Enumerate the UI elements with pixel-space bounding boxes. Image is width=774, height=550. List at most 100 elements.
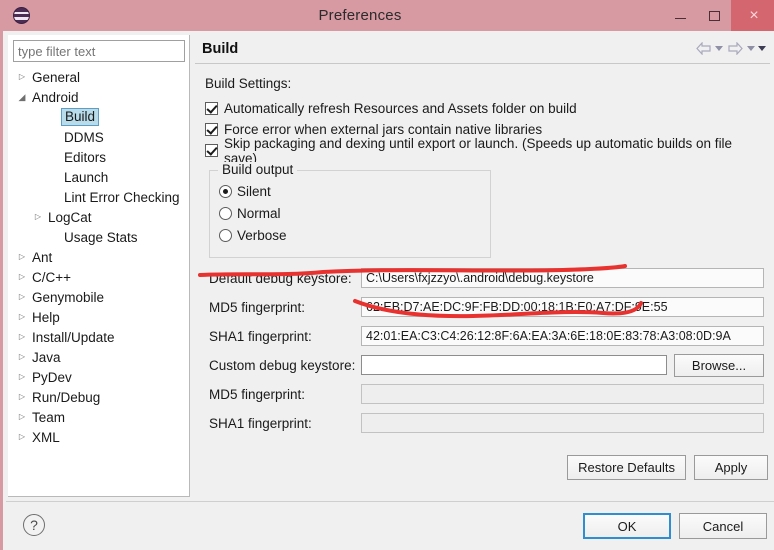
sidebar-item-genymobile[interactable]: Genymobile [8, 287, 189, 307]
dialog-body: General Android Build DDMS Editors Launch Lint… [3, 31, 774, 501]
forward-arrow-icon [727, 41, 743, 55]
filter-container [13, 40, 185, 62]
radio-label: Silent [237, 183, 271, 199]
sidebar-item-run-debug[interactable]: Run/Debug [8, 387, 189, 407]
cancel-button[interactable]: Cancel [679, 513, 767, 539]
expand-arrow-closed-icon[interactable] [14, 293, 30, 301]
maximize-icon [708, 10, 720, 21]
radio-icon[interactable] [219, 184, 232, 198]
keystore-field-row: Default debug keystore: C:\Users\fxjzzyo\… [209, 266, 764, 290]
expand-arrow-closed-icon[interactable] [30, 213, 46, 221]
field-value: 62:EB:D7:AE:DC:9F:FB:DD:00:18:1B:E0:A7:D… [361, 297, 764, 317]
forward-history-caret-icon[interactable] [747, 45, 755, 51]
back-button[interactable] [694, 39, 712, 57]
sidebar-item-logcat[interactable]: LogCat [8, 207, 189, 227]
build-output-radio-row[interactable]: Verbose [219, 224, 490, 246]
sidebar-item-general[interactable]: General [8, 67, 189, 87]
field-label: MD5 fingerprint: [209, 299, 306, 315]
sidebar-item-lint-error-checking[interactable]: Lint Error Checking [8, 187, 189, 207]
expand-arrow-closed-icon[interactable] [14, 413, 30, 421]
sidebar-item-editors[interactable]: Editors [8, 147, 189, 167]
sidebar-item-team[interactable]: Team [8, 407, 189, 427]
keystore-field-row: MD5 fingerprint: [209, 382, 764, 406]
sidebar-item-xml[interactable]: XML [8, 427, 189, 447]
back-history-caret-icon[interactable] [715, 45, 723, 51]
sidebar-item-ant[interactable]: Ant [8, 247, 189, 267]
build-output-radio-row[interactable]: Normal [219, 202, 490, 224]
restore-defaults-button[interactable]: Restore Defaults [567, 455, 686, 480]
radio-label: Verbose [237, 227, 287, 243]
browse-button[interactable]: Browse... [674, 353, 764, 377]
keystore-field-row: SHA1 fingerprint: 42:01:EA:C3:C4:26:12:8F… [209, 324, 764, 348]
forward-button[interactable] [726, 39, 744, 57]
sidebar-item-help[interactable]: Help [8, 307, 189, 327]
sidebar-item-build[interactable]: Build [8, 107, 189, 127]
keystore-field-row: MD5 fingerprint: 62:EB:D7:AE:DC:9F:FB:DD:… [209, 295, 764, 319]
expand-arrow-closed-icon[interactable] [14, 353, 30, 361]
sidebar-item-label: Ant [32, 249, 53, 265]
sidebar-item-android[interactable]: Android [8, 87, 189, 107]
expand-arrow-open-icon[interactable] [14, 93, 30, 102]
field-value[interactable] [361, 355, 667, 375]
build-setting-checkbox-row[interactable]: Skip packaging and dexing until export o… [205, 136, 764, 166]
maximize-button[interactable] [697, 0, 731, 31]
window-controls: × [663, 0, 774, 31]
sidebar-item-label: LogCat [48, 209, 92, 225]
preferences-dialog: Preferences × General Android Build DDMS Edi… [0, 0, 774, 550]
field-value: 42:01:EA:C3:C4:26:12:8F:6A:EA:3A:6E:18:0… [361, 326, 764, 346]
sidebar-item-label: Launch [64, 169, 109, 185]
eclipse-icon [12, 7, 30, 24]
filter-input[interactable] [13, 40, 185, 62]
radio-label: Normal [237, 205, 281, 221]
field-value [361, 384, 764, 404]
build-output-radio-row[interactable]: Silent [219, 180, 490, 202]
sidebar-item-label: Genymobile [32, 289, 105, 305]
field-label: SHA1 fingerprint: [209, 415, 312, 431]
radio-icon[interactable] [219, 228, 232, 242]
sidebar-item-label: Android [32, 89, 79, 105]
expand-arrow-closed-icon[interactable] [14, 333, 30, 341]
sidebar-item-install-update[interactable]: Install/Update [8, 327, 189, 347]
sidebar-item-label: Java [32, 349, 61, 365]
field-label: Default debug keystore: [209, 270, 352, 286]
preferences-tree[interactable]: General Android Build DDMS Editors Launch Lint… [8, 67, 189, 495]
build-settings-checkboxes: Automatically refresh Resources and Asse… [203, 98, 764, 166]
expand-arrow-closed-icon[interactable] [14, 393, 30, 401]
field-label: MD5 fingerprint: [209, 386, 306, 402]
dialog-footer: ? OK Cancel [6, 501, 774, 550]
sidebar-item-label: Usage Stats [64, 229, 138, 245]
checkbox-icon[interactable] [205, 102, 218, 115]
sidebar-item-label: DDMS [64, 129, 104, 145]
expand-arrow-closed-icon[interactable] [14, 313, 30, 321]
expand-arrow-closed-icon[interactable] [14, 433, 30, 441]
sidebar-item-label: Build [61, 108, 100, 126]
close-button[interactable]: × [731, 0, 774, 31]
build-output-group: Build output Silent Normal Verbose [209, 162, 491, 258]
expand-arrow-closed-icon[interactable] [14, 273, 30, 281]
back-arrow-icon [695, 41, 711, 55]
sidebar-item-java[interactable]: Java [8, 347, 189, 367]
minimize-button[interactable] [663, 0, 697, 31]
sidebar-item-ddms[interactable]: DDMS [8, 127, 189, 147]
sidebar-item-label: Run/Debug [32, 389, 101, 405]
apply-button[interactable]: Apply [694, 455, 768, 480]
app-icon-container [3, 7, 39, 24]
sidebar-item-usage-stats[interactable]: Usage Stats [8, 227, 189, 247]
page-action-buttons: Restore Defaults Apply [567, 455, 768, 480]
sidebar-item-c-c[interactable]: C/C++ [8, 267, 189, 287]
sidebar-item-pydev[interactable]: PyDev [8, 367, 189, 387]
help-icon[interactable]: ? [23, 514, 45, 536]
radio-icon[interactable] [219, 206, 232, 220]
ok-button[interactable]: OK [583, 513, 671, 539]
sidebar-item-label: Editors [64, 149, 107, 165]
checkbox-icon[interactable] [205, 123, 218, 136]
title-bar: Preferences × [3, 0, 774, 31]
expand-arrow-closed-icon[interactable] [14, 373, 30, 381]
checkbox-icon[interactable] [205, 144, 218, 157]
view-menu-caret-icon[interactable] [758, 45, 766, 51]
build-setting-checkbox-row[interactable]: Automatically refresh Resources and Asse… [205, 98, 764, 119]
expand-arrow-closed-icon[interactable] [14, 73, 30, 81]
expand-arrow-closed-icon[interactable] [14, 253, 30, 261]
sidebar-item-label: General [32, 69, 81, 85]
sidebar-item-launch[interactable]: Launch [8, 167, 189, 187]
